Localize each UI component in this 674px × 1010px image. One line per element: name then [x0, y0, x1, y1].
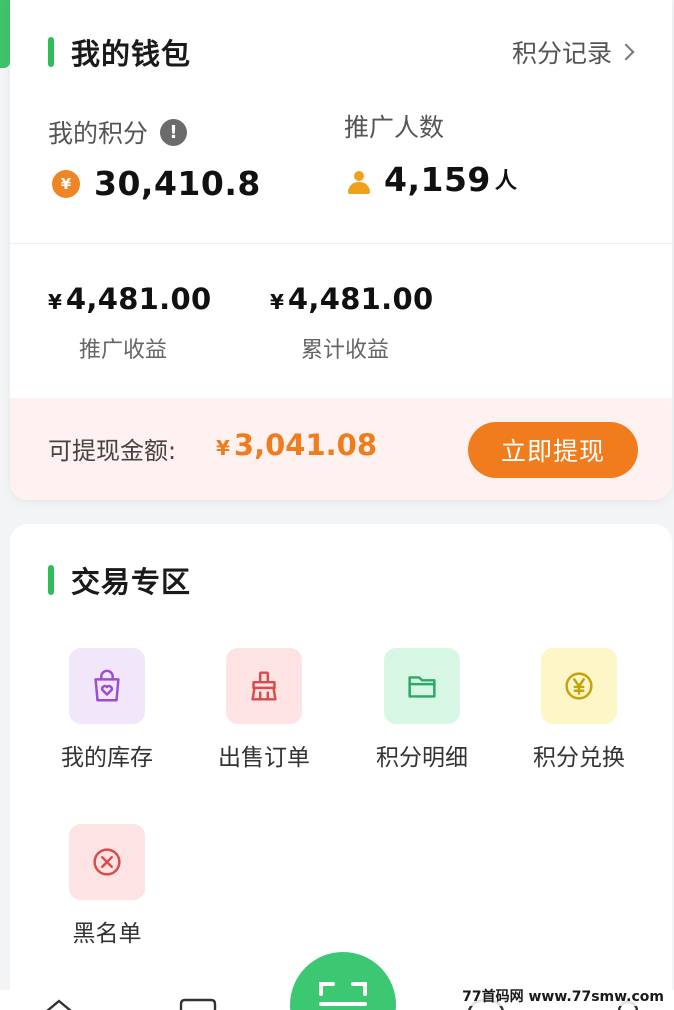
green-edge-decoration [0, 0, 10, 68]
grid-item-points-exchange[interactable]: 积分兑换 [509, 648, 649, 772]
points-records-link[interactable]: 积分记录 [511, 34, 635, 70]
my-points-label-row: 我的积分 ! [48, 114, 188, 150]
section-accent-bar [48, 37, 54, 67]
yen-coin-icon [541, 648, 617, 724]
shopping-bag-heart-icon [69, 648, 145, 724]
shop-icon[interactable] [178, 996, 218, 1010]
wallet-title: 我的钱包 [71, 37, 192, 71]
scan-icon [319, 982, 367, 1006]
promo-count-value-row: 4,159 人 [346, 160, 517, 199]
withdraw-now-button[interactable]: 立即提现 [468, 422, 638, 478]
withdraw-bar: 可提现金额: ¥ 3,041.08 立即提现 [10, 398, 672, 500]
withdrawable-amount: ¥ 3,041.08 [216, 428, 377, 462]
my-points-value-row: ¥ 30,410.8 [52, 164, 261, 203]
wallet-card: 我的钱包 积分记录 我的积分 ! ¥ 30,410.8 推广人数 4,159 人… [10, 0, 672, 500]
grid-item-label: 积分兑换 [533, 745, 625, 771]
chevron-right-icon [617, 43, 635, 61]
grid-item-label: 黑名单 [72, 921, 142, 947]
total-earnings-label: 累计收益 [300, 338, 389, 363]
promo-earnings: ¥ 4,481.00 推广收益 [48, 282, 211, 364]
grid-item-label: 积分明细 [376, 745, 468, 771]
home-icon[interactable] [44, 996, 74, 1010]
trade-header: 交易专区 [10, 560, 672, 600]
broom-icon [226, 648, 302, 724]
grid-item-inventory[interactable]: 我的库存 [37, 648, 177, 772]
trade-title: 交易专区 [71, 565, 192, 599]
promo-count-value: 4,159 [384, 160, 491, 199]
info-icon[interactable]: ! [160, 118, 188, 146]
folder-icon [384, 648, 460, 724]
person-icon [346, 169, 372, 195]
withdrawable-label: 可提现金额: [48, 437, 177, 465]
promo-count-unit: 人 [494, 169, 517, 194]
wallet-page: 我的钱包 积分记录 我的积分 ! ¥ 30,410.8 推广人数 4,159 人… [0, 0, 674, 1010]
watermark: 77首码网 www.77smw.com [458, 986, 668, 1006]
currency-symbol: ¥ [48, 290, 62, 314]
points-records-label: 积分记录 [511, 39, 612, 68]
grid-item-sell-orders[interactable]: 出售订单 [194, 648, 334, 772]
grid-item-points-detail[interactable]: 积分明细 [352, 648, 492, 772]
promo-count-label: 推广人数 [344, 113, 445, 142]
divider [10, 243, 672, 244]
withdrawable-value: 3,041.08 [233, 428, 378, 462]
grid-item-label: 我的库存 [61, 745, 153, 771]
currency-symbol: ¥ [216, 436, 230, 460]
promo-earnings-label: 推广收益 [78, 338, 167, 363]
section-accent-bar [48, 565, 54, 595]
circle-x-icon [69, 824, 145, 900]
trade-card: 交易专区 我的库存 出售订单 积分明细 积分兑换 黑名单 [10, 524, 672, 1010]
grid-item-blacklist[interactable]: 黑名单 [37, 824, 177, 948]
promo-earnings-value: 4,481.00 [65, 282, 212, 316]
yen-coin-icon: ¥ [52, 169, 80, 198]
total-earnings: ¥ 4,481.00 累计收益 [270, 282, 433, 364]
total-earnings-value: 4,481.00 [287, 282, 434, 316]
my-points-label: 我的积分 [48, 119, 149, 148]
grid-item-label: 出售订单 [218, 745, 310, 771]
my-points-value: 30,410.8 [94, 164, 261, 203]
currency-symbol: ¥ [270, 290, 284, 314]
